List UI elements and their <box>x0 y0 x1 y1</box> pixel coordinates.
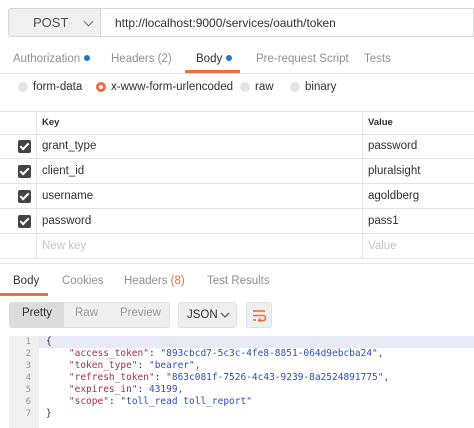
tab-body-label: Body <box>196 53 223 65</box>
radio-x-www-form-urlencoded[interactable] <box>96 82 106 92</box>
param-value[interactable]: pass1 <box>368 215 399 227</box>
param-key[interactable]: grant_type <box>42 140 96 152</box>
tab-tests[interactable]: Tests <box>364 53 391 65</box>
line-number: 1 <box>25 337 31 347</box>
table-header: Key Value <box>0 111 474 135</box>
code-line: "refresh_token": "863c081f-7526-4c43-923… <box>68 372 390 383</box>
code-line: "token_type": "bearer", <box>68 360 201 371</box>
line-number: 4 <box>25 373 31 383</box>
method-selector[interactable]: POST <box>8 8 101 37</box>
json-key: "refresh_token" <box>68 372 155 383</box>
column-header-key: Key <box>42 117 60 128</box>
json-value: "863c081f-7526-4c43-9239-8a2524891775", <box>166 372 390 383</box>
line-number: 6 <box>25 397 31 407</box>
radio-form-data-label[interactable]: form-data <box>33 81 82 93</box>
param-key[interactable]: password <box>42 215 91 227</box>
column-divider <box>362 111 363 259</box>
json-key: "access_token" <box>68 348 149 359</box>
json-value: "toll_read toll_report" <box>120 396 252 407</box>
headers-count: (8) <box>170 275 185 287</box>
tab-pre-request-script[interactable]: Pre-request Script <box>256 53 349 65</box>
row-checkbox[interactable] <box>18 190 31 203</box>
param-value[interactable]: pluralsight <box>368 165 420 177</box>
param-value[interactable]: password <box>368 140 417 152</box>
radio-raw[interactable] <box>240 82 250 92</box>
line-number: 2 <box>25 349 31 359</box>
tab-authorization-label: Authorization <box>13 53 81 65</box>
wrap-lines-button[interactable] <box>246 302 272 328</box>
chevron-down-icon <box>220 312 230 319</box>
url-text: http://localhost:9000/services/oauth/tok… <box>115 15 336 30</box>
status-dot-icon <box>84 55 91 61</box>
table-row: username agoldberg <box>0 184 474 209</box>
row-checkbox[interactable] <box>18 140 31 153</box>
line-number: 3 <box>25 361 31 371</box>
code-line: { <box>46 336 52 347</box>
view-preview-button[interactable]: Preview <box>120 307 161 319</box>
json-key: "expires_in" <box>68 384 138 395</box>
active-response-tab-indicator <box>0 293 48 296</box>
tab-response-body[interactable]: Body <box>13 275 39 287</box>
view-raw-button[interactable]: Raw <box>75 307 98 319</box>
json-key: "scope" <box>68 396 109 407</box>
code-line: "access_token": "893cbcd7-5c3c-4fe8-8851… <box>68 348 384 359</box>
radio-x-www-form-urlencoded-label[interactable]: x-www-form-urlencoded <box>111 81 233 93</box>
line-number: 5 <box>25 385 31 395</box>
code-line: "expires_in": 43199, <box>68 384 184 395</box>
tab-body[interactable]: Body <box>196 53 233 65</box>
new-value-input[interactable]: Value <box>368 240 397 252</box>
response-tabs: Body Cookies Headers (8) Test Results <box>0 263 474 298</box>
param-value[interactable]: agoldberg <box>368 190 419 202</box>
param-key[interactable]: username <box>42 190 93 202</box>
tab-authorization[interactable]: Authorization <box>13 53 91 65</box>
tab-cookies[interactable]: Cookies <box>62 275 104 287</box>
row-checkbox[interactable] <box>18 165 31 178</box>
body-type-options: form-data x-www-form-urlencoded raw bina… <box>0 81 474 99</box>
param-key[interactable]: client_id <box>42 165 84 177</box>
format-label: JSON <box>187 309 218 321</box>
status-dot-icon <box>226 55 233 61</box>
current-line-highlight <box>9 336 474 348</box>
format-select[interactable]: JSON <box>178 302 237 328</box>
wrap-lines-icon <box>253 310 267 322</box>
active-tab-indicator <box>185 70 240 73</box>
url-input[interactable]: http://localhost:9000/services/oauth/tok… <box>101 8 474 37</box>
code-line: } <box>46 408 52 419</box>
table-row: grant_type password <box>0 134 474 159</box>
chevron-down-icon <box>83 16 94 26</box>
radio-form-data[interactable] <box>18 82 28 92</box>
line-number: 7 <box>25 409 31 419</box>
view-pretty-button[interactable]: Pretty <box>22 307 52 319</box>
radio-raw-label[interactable]: raw <box>255 81 274 93</box>
response-toolbar: Pretty Raw Preview JSON <box>0 301 474 329</box>
code-line: "scope": "toll_read toll_report" <box>68 396 252 407</box>
response-body-viewer[interactable]: 1 2 3 4 5 6 7 { "access_token": "893cbcd… <box>9 336 474 428</box>
method-label: POST <box>33 15 69 30</box>
new-key-input[interactable]: New key <box>42 240 86 252</box>
table-row: client_id pluralsight <box>0 159 474 184</box>
json-value: "893cbcd7-5c3c-4fe8-8851-064d9ebcba24", <box>160 348 384 359</box>
json-value: "bearer", <box>148 360 201 371</box>
tab-response-headers[interactable]: Headers (8) <box>124 275 185 287</box>
row-checkbox[interactable] <box>18 215 31 228</box>
table-row-new: New key Value <box>0 234 474 259</box>
radio-binary[interactable] <box>290 82 300 92</box>
column-header-value: Value <box>368 117 393 128</box>
tab-test-results[interactable]: Test Results <box>207 275 270 287</box>
table-row: password pass1 <box>0 209 474 234</box>
column-divider <box>36 111 37 259</box>
radio-binary-label[interactable]: binary <box>305 81 336 93</box>
json-key: "token_type" <box>68 360 138 371</box>
tab-headers[interactable]: Headers (2) <box>111 53 172 65</box>
tab-response-headers-label: Headers <box>124 275 168 287</box>
json-value: 43199, <box>148 384 184 395</box>
